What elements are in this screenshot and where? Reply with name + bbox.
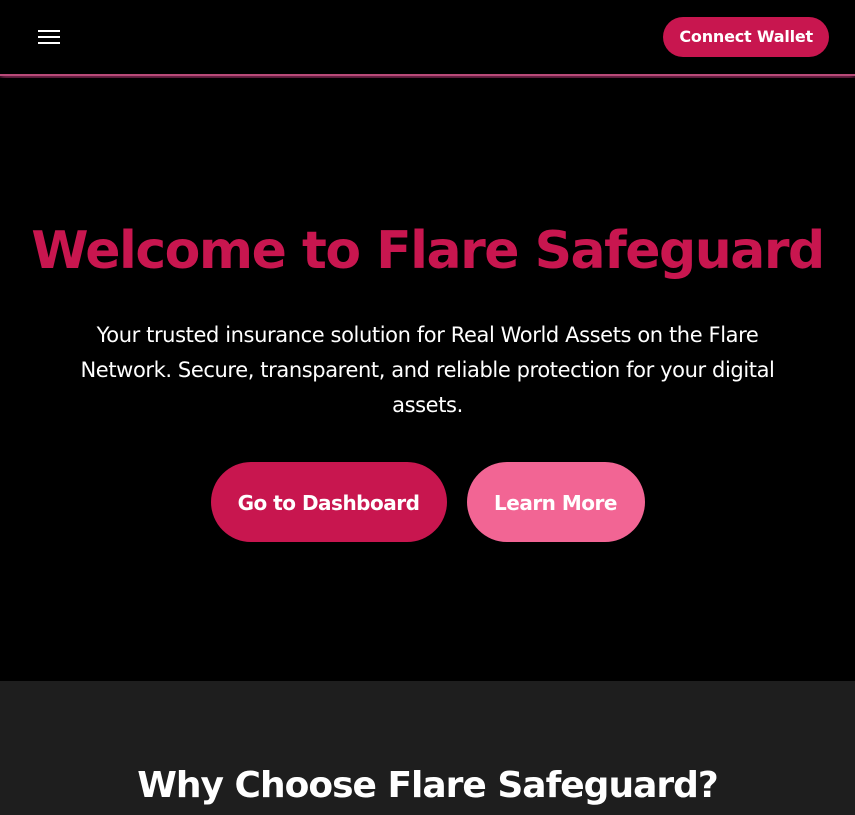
top-navbar: Connect Wallet [0,0,855,76]
hero-title: Welcome to Flare Safeguard [31,221,825,281]
features-section: Why Choose Flare Safeguard? [0,681,855,815]
learn-more-button[interactable]: Learn More [466,462,645,542]
go-to-dashboard-button[interactable]: Go to Dashboard [210,462,447,542]
hero-button-group: Go to Dashboard Learn More [0,462,855,542]
hamburger-menu-icon[interactable] [34,24,64,52]
connect-wallet-button[interactable]: Connect Wallet [663,17,829,57]
hero-section: Welcome to Flare Safeguard Your trusted … [0,78,855,681]
features-title: Why Choose Flare Safeguard? [137,765,719,806]
hero-subtitle: Your trusted insurance solution for Real… [80,323,775,417]
